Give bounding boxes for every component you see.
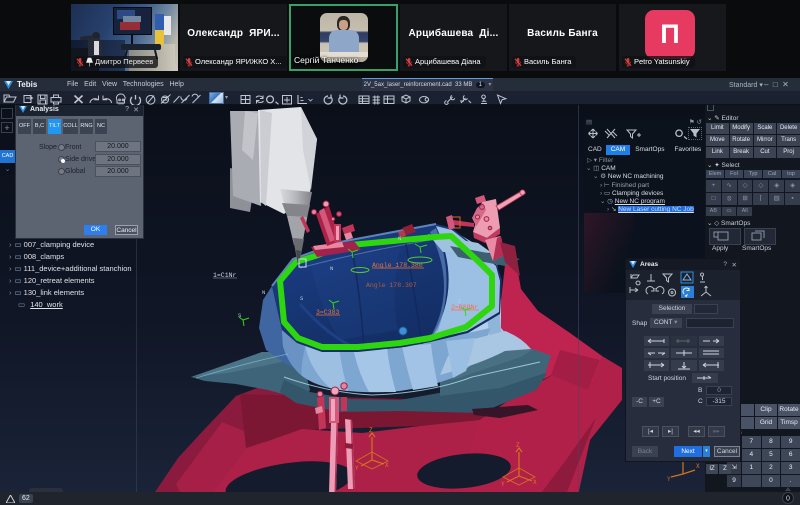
svg-text:X: X xyxy=(696,463,700,470)
svg-text:Y: Y xyxy=(667,476,671,483)
svg-text:Y: Y xyxy=(501,481,505,488)
svg-text:Z: Z xyxy=(516,442,520,449)
svg-text:X: X xyxy=(533,479,537,486)
svg-text:0: 0 xyxy=(786,496,790,503)
svg-text:N: N xyxy=(262,289,265,296)
svg-text:Y: Y xyxy=(355,465,359,472)
svg-text:Z: Z xyxy=(369,427,373,434)
svg-text:N: N xyxy=(398,235,401,242)
svg-text:N: N xyxy=(330,265,333,272)
svg-text:X: X xyxy=(385,462,389,469)
svg-text:Angle 178.307: Angle 178.307 xyxy=(366,282,417,289)
